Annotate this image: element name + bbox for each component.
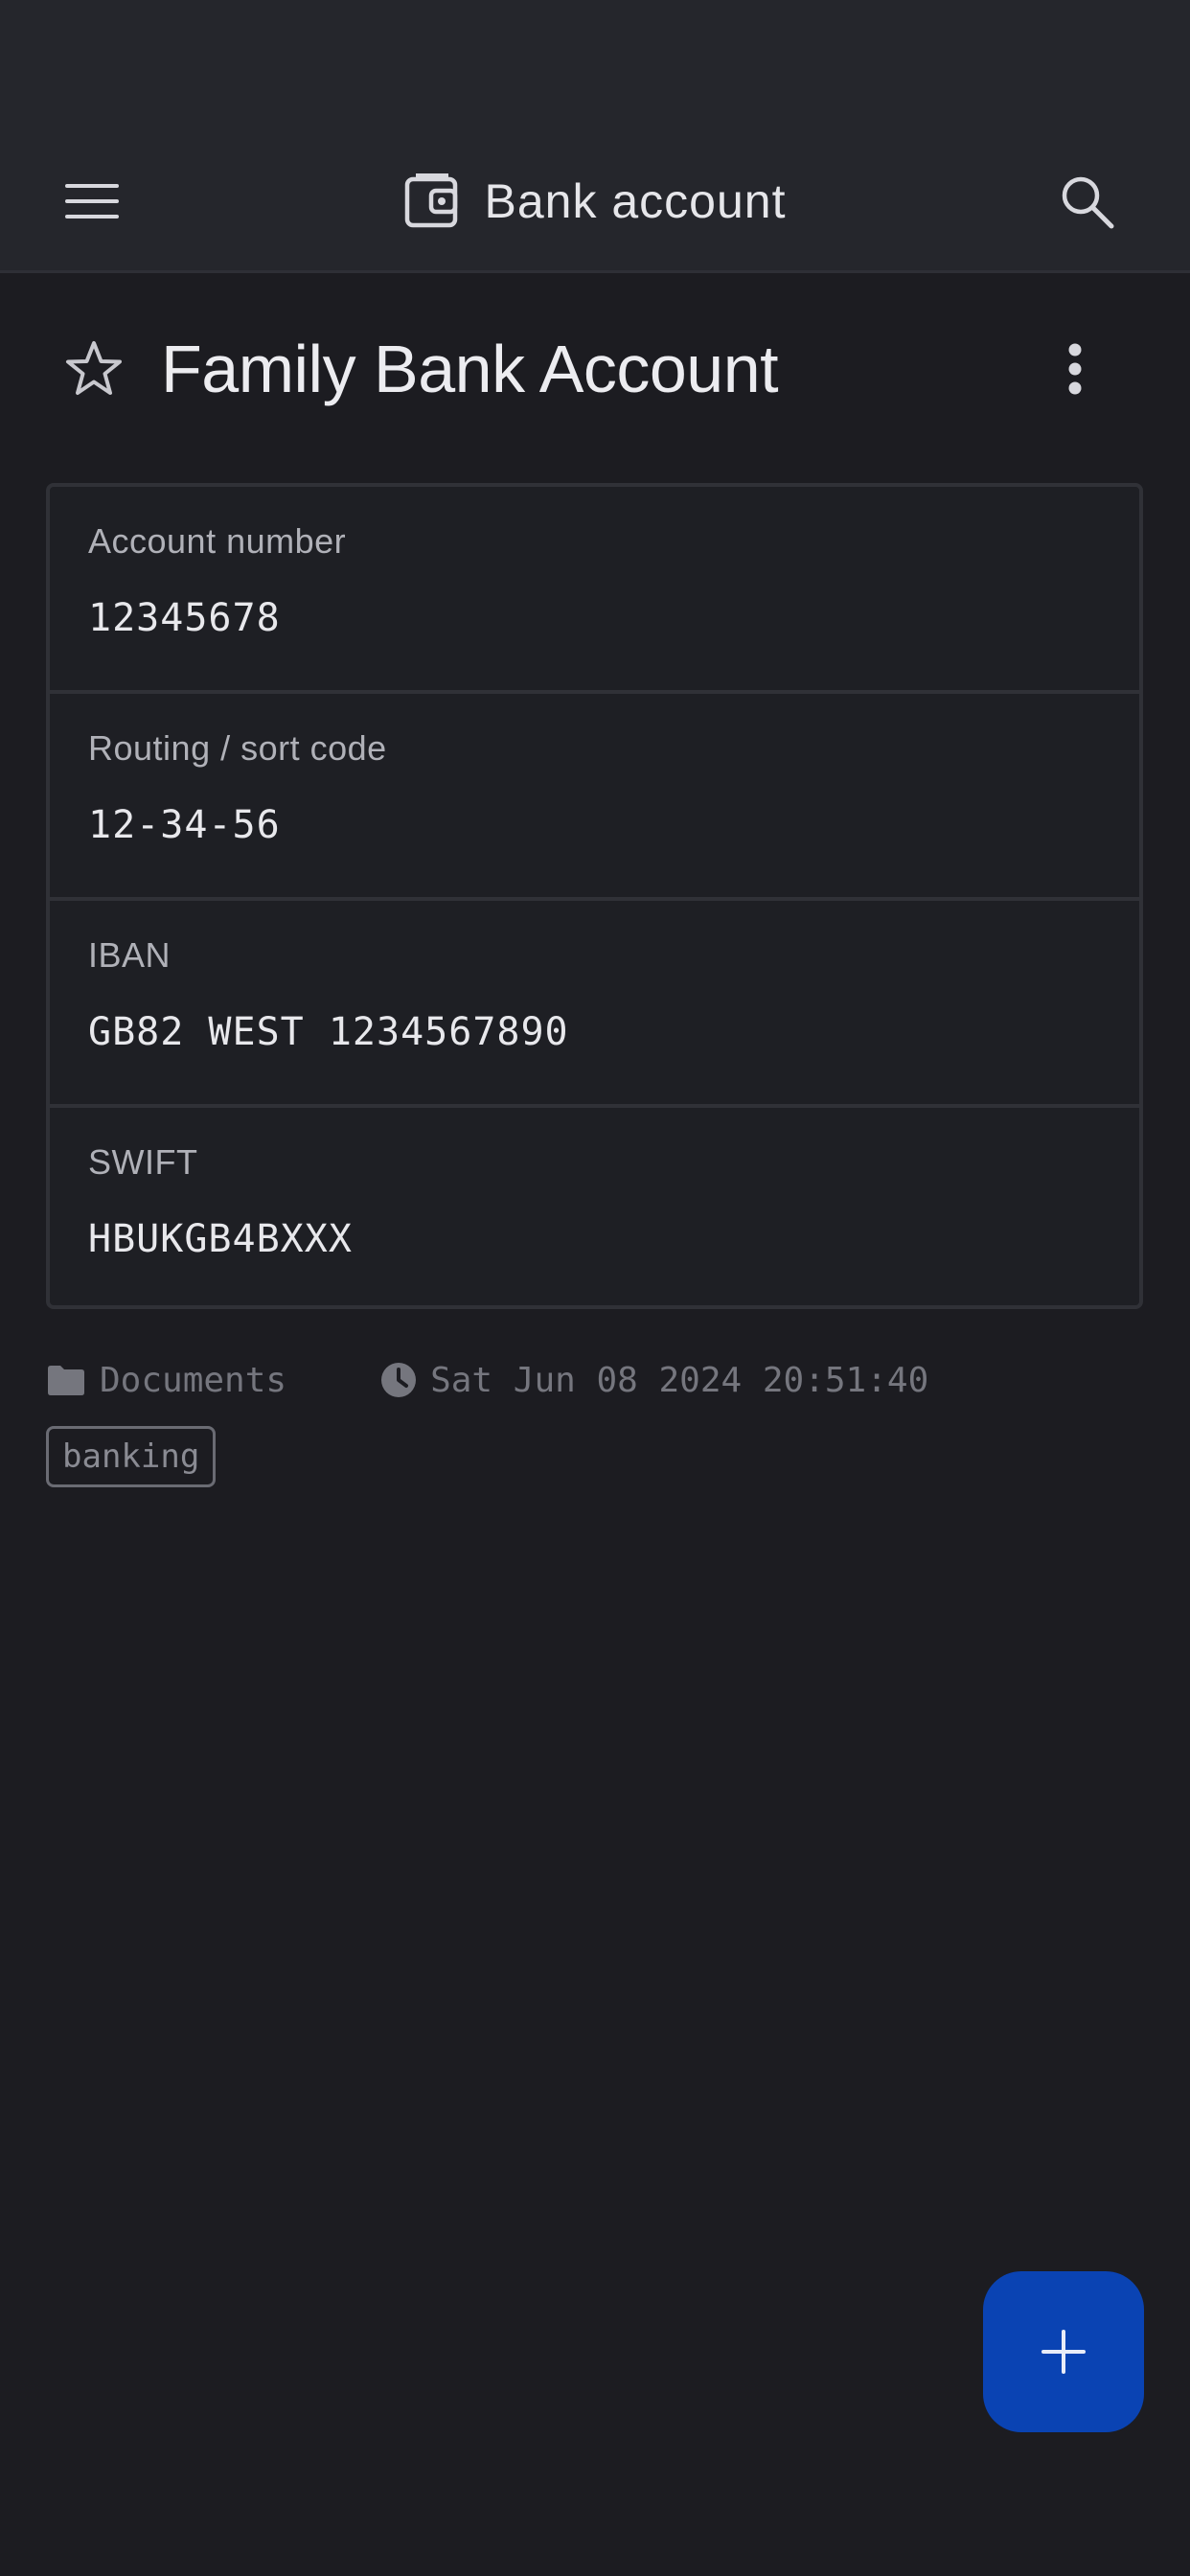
- app-title: Bank account: [484, 174, 787, 228]
- field-value: 12345678: [88, 596, 281, 640]
- field-label: Routing / sort code: [88, 728, 387, 768]
- top-app-bar: Bank account: [0, 0, 1190, 273]
- search-icon: [1062, 176, 1114, 229]
- more-options-button[interactable]: [1037, 331, 1113, 407]
- tag-chip[interactable]: banking: [46, 1426, 217, 1487]
- field-value: GB82 WEST 1234567890: [88, 1010, 569, 1054]
- app-title-group: Bank account: [0, 163, 1190, 240]
- item-metadata: Documents Sat Jun 08 2024 20:51:40: [46, 1353, 928, 1407]
- fields-card: Account number 12345678 Routing / sort c…: [46, 483, 1143, 1309]
- page-title: Family Bank Account: [161, 332, 779, 406]
- field-iban[interactable]: IBAN GB82 WEST 1234567890: [50, 901, 1139, 1108]
- field-routing-code[interactable]: Routing / sort code 12-34-56: [50, 694, 1139, 901]
- field-swift[interactable]: SWIFT HBUKGB4BXXX: [50, 1108, 1139, 1305]
- field-account-number[interactable]: Account number 12345678: [50, 487, 1139, 694]
- plus-icon: [1041, 2330, 1086, 2374]
- folder-icon: [48, 1366, 84, 1395]
- folder-info[interactable]: Documents: [46, 1361, 286, 1400]
- modified-timestamp: Sat Jun 08 2024 20:51:40: [430, 1360, 929, 1400]
- modified-info: Sat Jun 08 2024 20:51:40: [380, 1361, 928, 1400]
- field-label: SWIFT: [88, 1142, 198, 1182]
- add-item-button[interactable]: [983, 2271, 1144, 2432]
- field-value: 12-34-56: [88, 803, 281, 847]
- wallet-icon: [404, 173, 457, 228]
- field-label: Account number: [88, 521, 347, 561]
- more-vertical-icon: [1068, 343, 1082, 395]
- folder-name: Documents: [100, 1360, 287, 1400]
- star-icon: [66, 341, 122, 395]
- favorite-button[interactable]: [56, 331, 132, 407]
- field-label: IBAN: [88, 935, 172, 975]
- clock-icon: [381, 1363, 417, 1397]
- item-header: Family Bank Account: [0, 316, 1190, 422]
- field-value: HBUKGB4BXXX: [88, 1217, 353, 1261]
- search-button[interactable]: [1044, 163, 1129, 240]
